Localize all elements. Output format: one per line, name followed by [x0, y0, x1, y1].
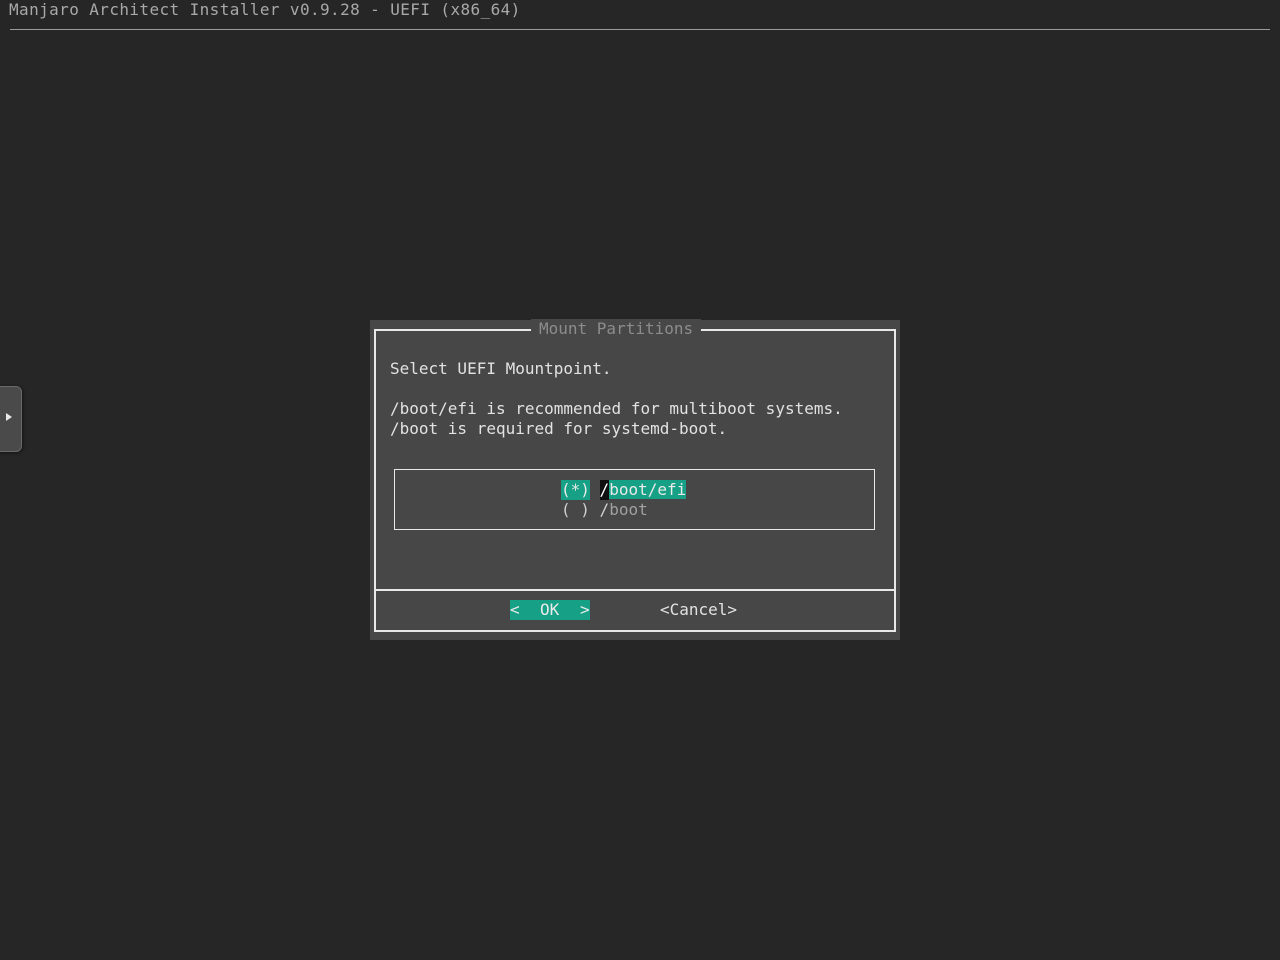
- button-bracket-left: <: [510, 600, 520, 619]
- backtitle-divider: [10, 29, 1270, 30]
- option-label: boot/efi: [609, 480, 687, 499]
- radio-option-boot-efi[interactable]: (*) /boot/efi: [561, 480, 687, 500]
- radio-indicator: ( ): [561, 500, 590, 519]
- option-prefix: /: [599, 500, 610, 519]
- description-line: /boot/efi is recommended for multiboot s…: [390, 399, 843, 418]
- dialog-prompt: Select UEFI Mountpoint.: [390, 359, 612, 378]
- cancel-button[interactable]: <Cancel>: [660, 600, 737, 620]
- description-line: /boot is required for systemd-boot.: [390, 419, 728, 438]
- option-label: boot: [609, 500, 648, 519]
- mount-partitions-dialog: Mount Partitions Select UEFI Mountpoint.…: [370, 319, 900, 640]
- ok-button[interactable]: < OK >: [510, 600, 590, 620]
- installer-backtitle: Manjaro Architect Installer v0.9.28 - UE…: [9, 0, 521, 19]
- side-panel-toggle[interactable]: [0, 386, 22, 452]
- radio-option-boot[interactable]: ( ) /boot: [561, 500, 648, 520]
- ok-button-label: OK: [540, 600, 560, 619]
- option-cursor: /: [599, 480, 610, 500]
- radio-indicator: (*): [561, 480, 590, 500]
- dialog-title: Mount Partitions: [531, 319, 702, 339]
- button-bracket-right: >: [580, 600, 590, 619]
- button-area-divider: [374, 589, 894, 591]
- mountpoint-radiolist: (*) /boot/efi ( ) /boot: [394, 469, 875, 530]
- triangle-right-icon: [6, 413, 12, 421]
